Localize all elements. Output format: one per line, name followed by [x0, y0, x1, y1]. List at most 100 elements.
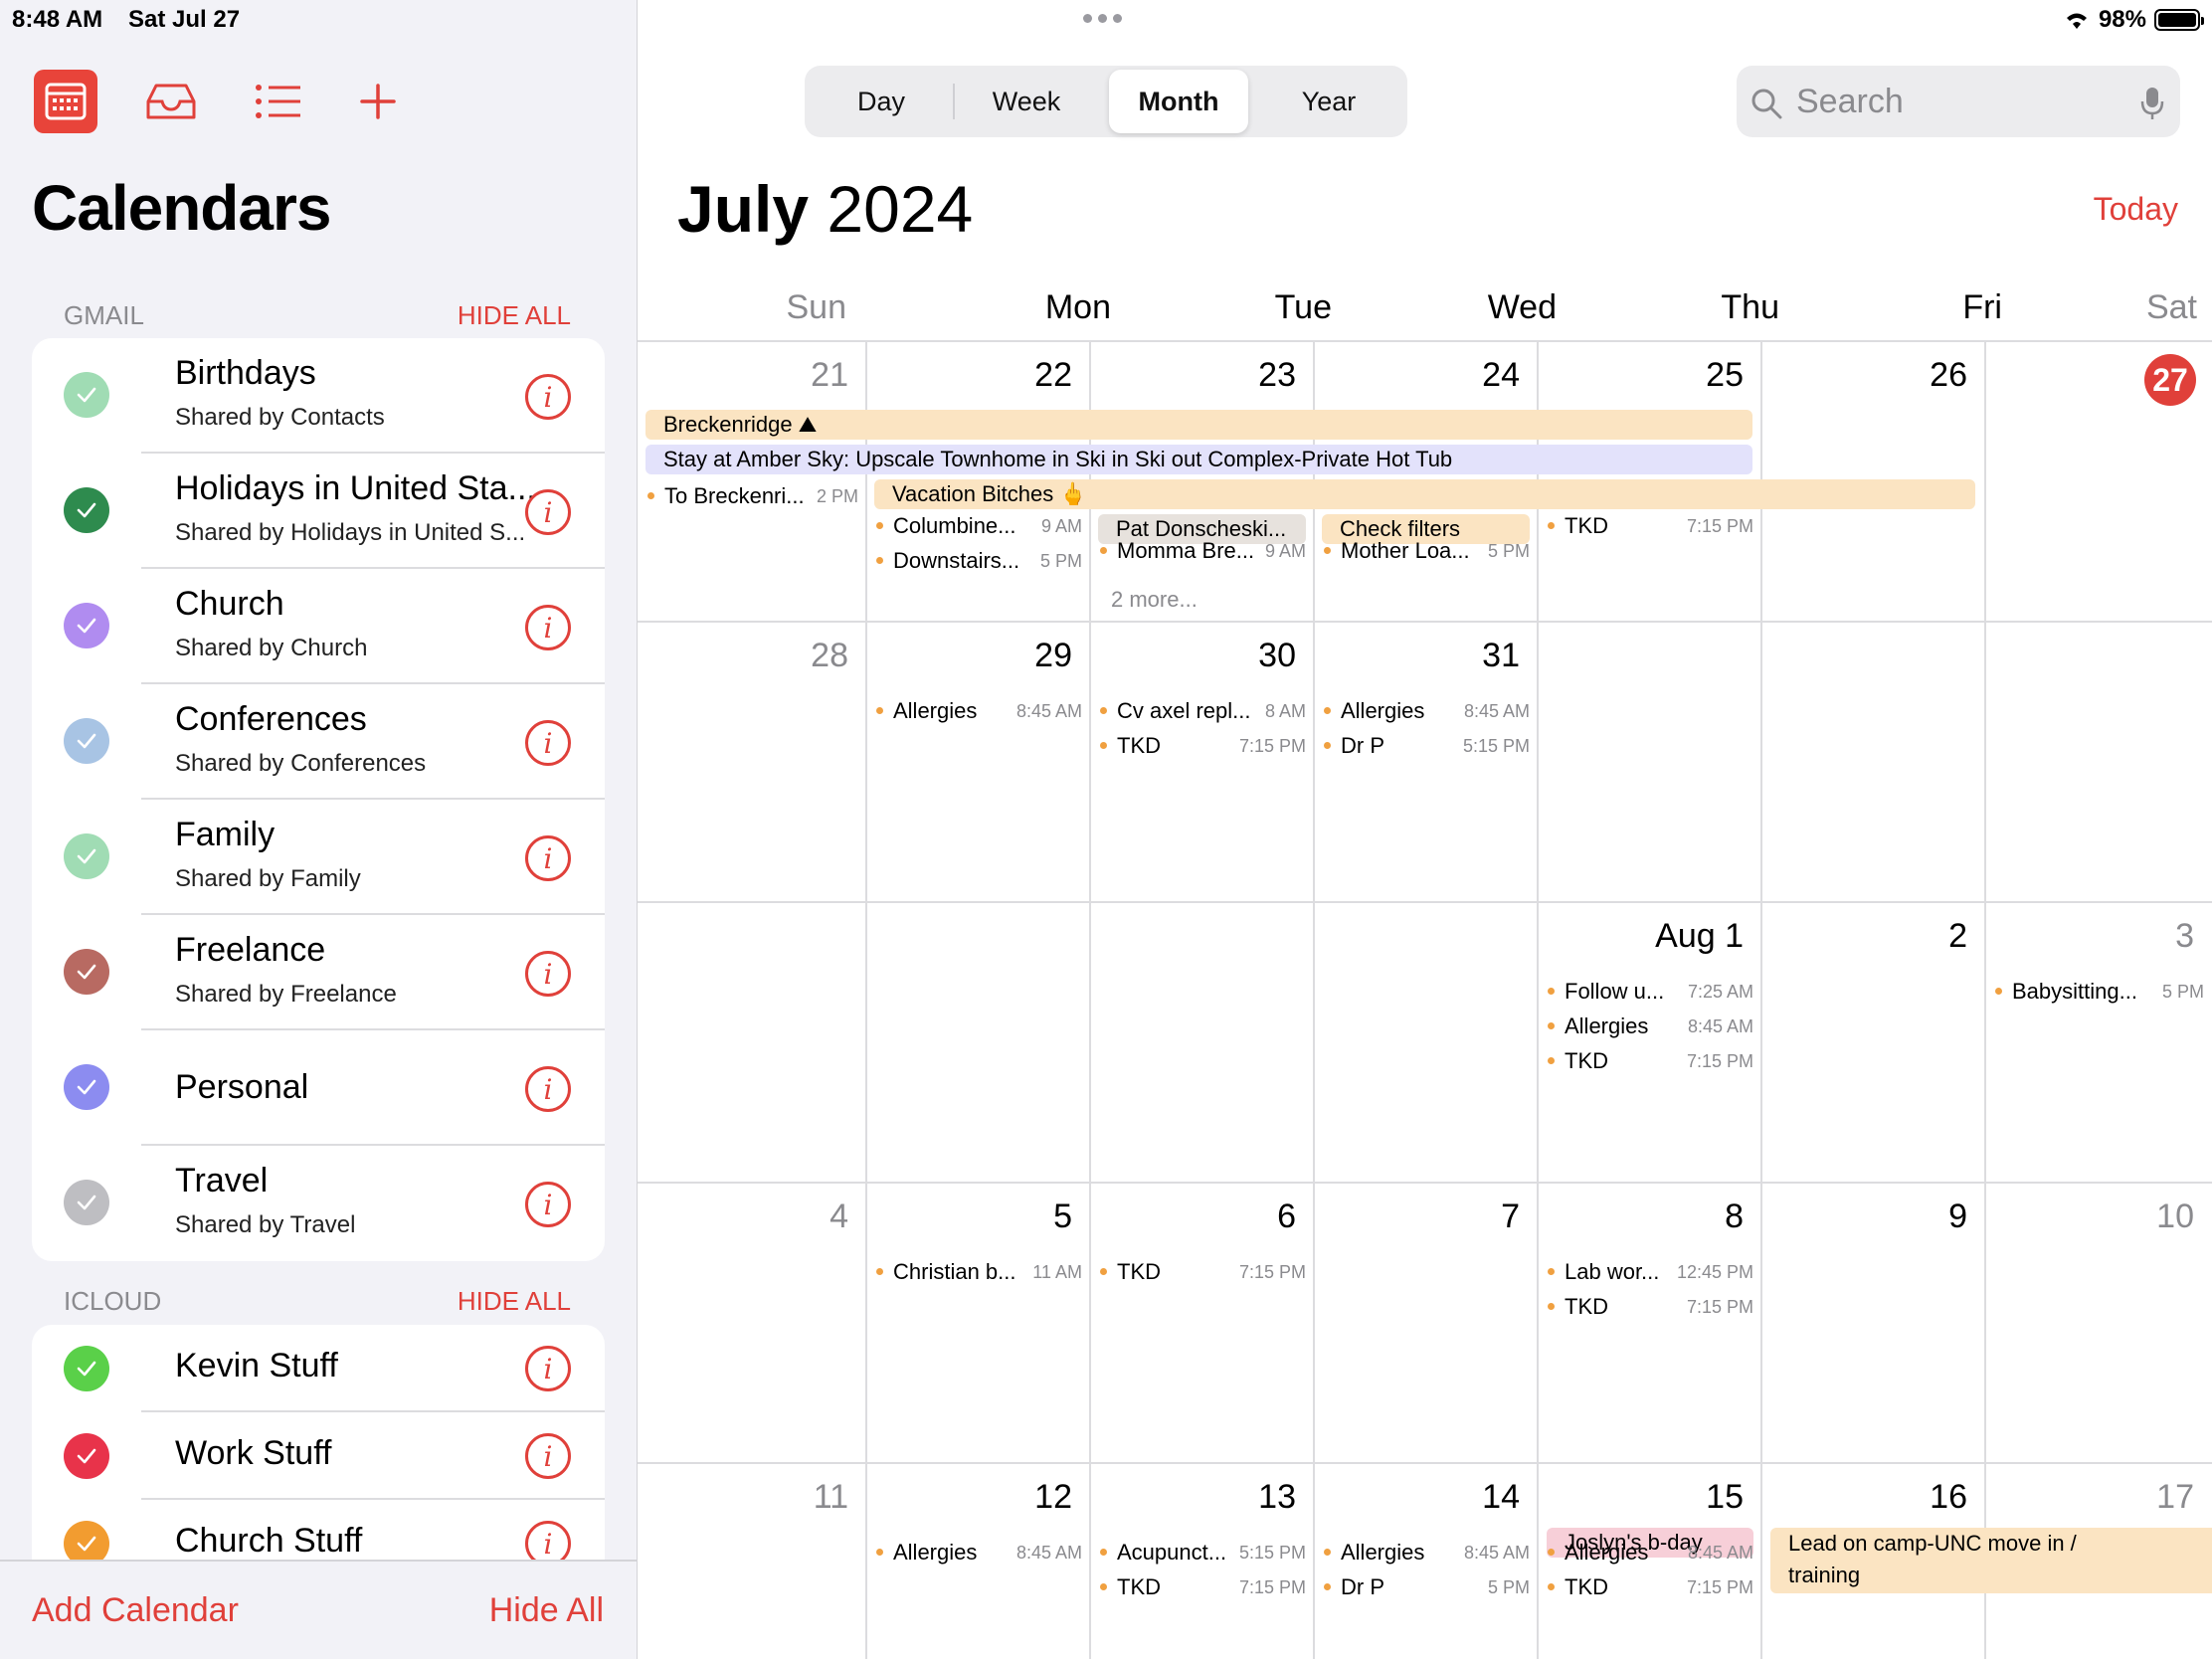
gmail-hide-all-button[interactable]: HIDE ALL [458, 300, 571, 331]
day-number[interactable]: 17 [2035, 1478, 2194, 1517]
calendar-event[interactable]: Allergies 8:45 AM [1548, 1538, 1753, 1567]
calendar-event[interactable]: TKD 7:15 PM [1548, 1572, 1753, 1602]
day-number[interactable]: 16 [1808, 1478, 1967, 1517]
calendar-event[interactable]: Momma Bre... 9 AM [1100, 536, 1306, 566]
checkmark-icon[interactable] [64, 487, 109, 533]
today-button[interactable]: Today [2094, 191, 2178, 228]
checkmark-icon[interactable] [64, 833, 109, 879]
calendar-row[interactable]: Conferences Shared by Conferences i [64, 684, 605, 800]
today-date-badge[interactable]: 27 [2144, 354, 2196, 406]
calendar-event[interactable]: Mother Loa... 5 PM [1324, 536, 1530, 566]
list-view-button[interactable] [247, 70, 310, 133]
calendar-event[interactable]: Christian b... 11 AM [876, 1257, 1082, 1287]
checkmark-icon[interactable] [64, 1433, 109, 1479]
event-amber-sky-stay[interactable]: Stay at Amber Sky: Upscale Townhome in S… [645, 445, 1752, 474]
day-number[interactable]: 2 [1808, 917, 1967, 956]
calendar-row[interactable]: Kevin Stuff i [64, 1325, 605, 1412]
calendar-row[interactable]: Family Shared by Family i [64, 800, 605, 915]
day-number[interactable]: 9 [1808, 1198, 1967, 1236]
calendar-event[interactable]: To Breckenri... 2 PM [647, 481, 858, 511]
day-number[interactable]: 30 [1137, 637, 1296, 675]
calendar-event[interactable]: Allergies 8:45 AM [1324, 696, 1530, 726]
day-number[interactable]: 8 [1584, 1198, 1744, 1236]
microphone-icon[interactable] [2140, 86, 2164, 121]
calendar-row[interactable]: Travel Shared by Travel i [64, 1146, 605, 1261]
event-breckenridge[interactable]: Breckenridge ⛰ [645, 410, 1752, 440]
calendar-event[interactable]: TKD 7:15 PM [1100, 1572, 1306, 1602]
inbox-button[interactable] [139, 70, 203, 133]
segment-day[interactable]: Day [811, 70, 952, 133]
checkmark-icon[interactable] [64, 603, 109, 648]
info-icon[interactable]: i [525, 720, 571, 766]
calendar-event[interactable]: Allergies 8:45 AM [876, 1538, 1082, 1567]
calendar-row[interactable]: Work Stuff i [64, 1412, 605, 1500]
day-number[interactable]: 12 [913, 1478, 1072, 1517]
day-number[interactable]: 21 [689, 356, 848, 395]
day-number[interactable]: Aug 1 [1584, 917, 1744, 956]
segment-year[interactable]: Year [1258, 70, 1399, 133]
info-icon[interactable]: i [525, 835, 571, 881]
day-number[interactable]: 11 [689, 1478, 848, 1517]
info-icon[interactable]: i [525, 951, 571, 997]
day-number[interactable]: 10 [2035, 1198, 2194, 1236]
calendar-event[interactable]: Lab wor... 12:45 PM [1548, 1257, 1753, 1287]
calendar-event[interactable]: Allergies 8:45 AM [1324, 1538, 1530, 1567]
day-number[interactable]: 4 [689, 1198, 848, 1236]
day-number[interactable]: 15 [1584, 1478, 1744, 1517]
day-number[interactable]: 6 [1137, 1198, 1296, 1236]
checkmark-icon[interactable] [64, 372, 109, 418]
calendar-event[interactable]: Allergies 8:45 AM [1548, 1012, 1753, 1041]
multitasking-dots[interactable] [1083, 14, 1122, 23]
day-number[interactable]: 31 [1361, 637, 1520, 675]
calendar-row[interactable]: Personal i [64, 1030, 605, 1146]
calendar-event[interactable]: Acupunct... 5:15 PM [1100, 1538, 1306, 1567]
calendar-event[interactable]: TKD 7:15 PM [1100, 731, 1306, 761]
day-number[interactable]: 14 [1361, 1478, 1520, 1517]
day-number[interactable]: 28 [689, 637, 848, 675]
info-icon[interactable]: i [525, 1346, 571, 1391]
checkmark-icon[interactable] [64, 949, 109, 995]
add-calendar-button[interactable]: Add Calendar [32, 1591, 239, 1630]
hide-all-button[interactable]: Hide All [489, 1591, 604, 1630]
day-number[interactable]: 3 [2035, 917, 2194, 956]
info-icon[interactable]: i [525, 1066, 571, 1112]
info-icon[interactable]: i [525, 374, 571, 420]
info-icon[interactable]: i [525, 605, 571, 650]
calendar-event[interactable]: Columbine... 9 AM [876, 511, 1082, 541]
calendar-row[interactable]: Holidays in United Sta... Shared by Holid… [64, 454, 605, 569]
search-field[interactable] [1737, 66, 2180, 137]
day-number[interactable]: 22 [913, 356, 1072, 395]
calendar-view-button[interactable] [34, 70, 97, 133]
day-number[interactable]: 13 [1137, 1478, 1296, 1517]
segment-week[interactable]: Week [956, 70, 1097, 133]
calendar-event[interactable]: Cv axel repl... 8 AM [1100, 696, 1306, 726]
more-events-link[interactable]: 2 more... [1111, 587, 1198, 613]
event-vacation[interactable]: Vacation Bitches 🖕 [874, 479, 1975, 509]
segment-month[interactable]: Month [1109, 70, 1248, 133]
info-icon[interactable]: i [525, 1433, 571, 1479]
calendar-row[interactable]: Birthdays Shared by Contacts i [64, 338, 605, 454]
search-input[interactable] [1796, 66, 2115, 137]
calendar-event[interactable]: TKD 7:15 PM [1548, 1046, 1753, 1076]
day-number[interactable]: 7 [1361, 1198, 1520, 1236]
calendar-event[interactable]: TKD 7:15 PM [1548, 511, 1753, 541]
calendar-row[interactable]: Church Shared by Church i [64, 569, 605, 684]
day-number[interactable]: 29 [913, 637, 1072, 675]
calendar-event[interactable]: TKD 7:15 PM [1100, 1257, 1306, 1287]
day-number[interactable]: 5 [913, 1198, 1072, 1236]
event-lead-camp-unc[interactable]: Lead on camp-UNC move in / training [1770, 1528, 2212, 1593]
info-icon[interactable]: i [525, 489, 571, 535]
calendar-row[interactable]: Freelance Shared by Freelance i [64, 915, 605, 1030]
add-event-button[interactable] [346, 70, 410, 133]
checkmark-icon[interactable] [64, 1064, 109, 1110]
calendar-event[interactable]: Dr P 5 PM [1324, 1572, 1530, 1602]
day-number[interactable]: 24 [1361, 356, 1520, 395]
calendar-event[interactable]: Dr P 5:15 PM [1324, 731, 1530, 761]
checkmark-icon[interactable] [64, 718, 109, 764]
icloud-hide-all-button[interactable]: HIDE ALL [458, 1286, 571, 1317]
day-number[interactable]: 25 [1584, 356, 1744, 395]
calendar-event[interactable]: TKD 7:15 PM [1548, 1292, 1753, 1322]
checkmark-icon[interactable] [64, 1346, 109, 1391]
calendar-event[interactable]: Follow u... 7:25 AM [1548, 977, 1753, 1007]
info-icon[interactable]: i [525, 1182, 571, 1227]
